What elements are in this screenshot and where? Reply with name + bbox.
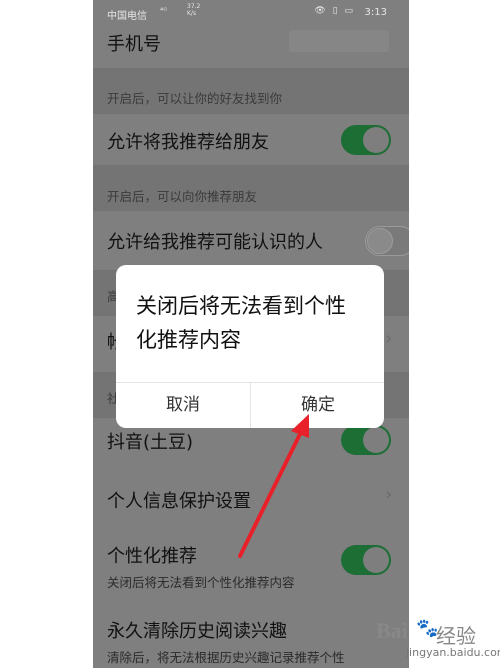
watermark-cn: 经验 (436, 624, 476, 648)
baidu-jingyan-watermark: Bai 🐾 经验 jingyan.baidu.com (376, 612, 500, 668)
annotation-arrow-icon (238, 414, 309, 558)
watermark-brand: Bai (376, 618, 408, 643)
watermark-url: jingyan.baidu.com (406, 646, 500, 659)
